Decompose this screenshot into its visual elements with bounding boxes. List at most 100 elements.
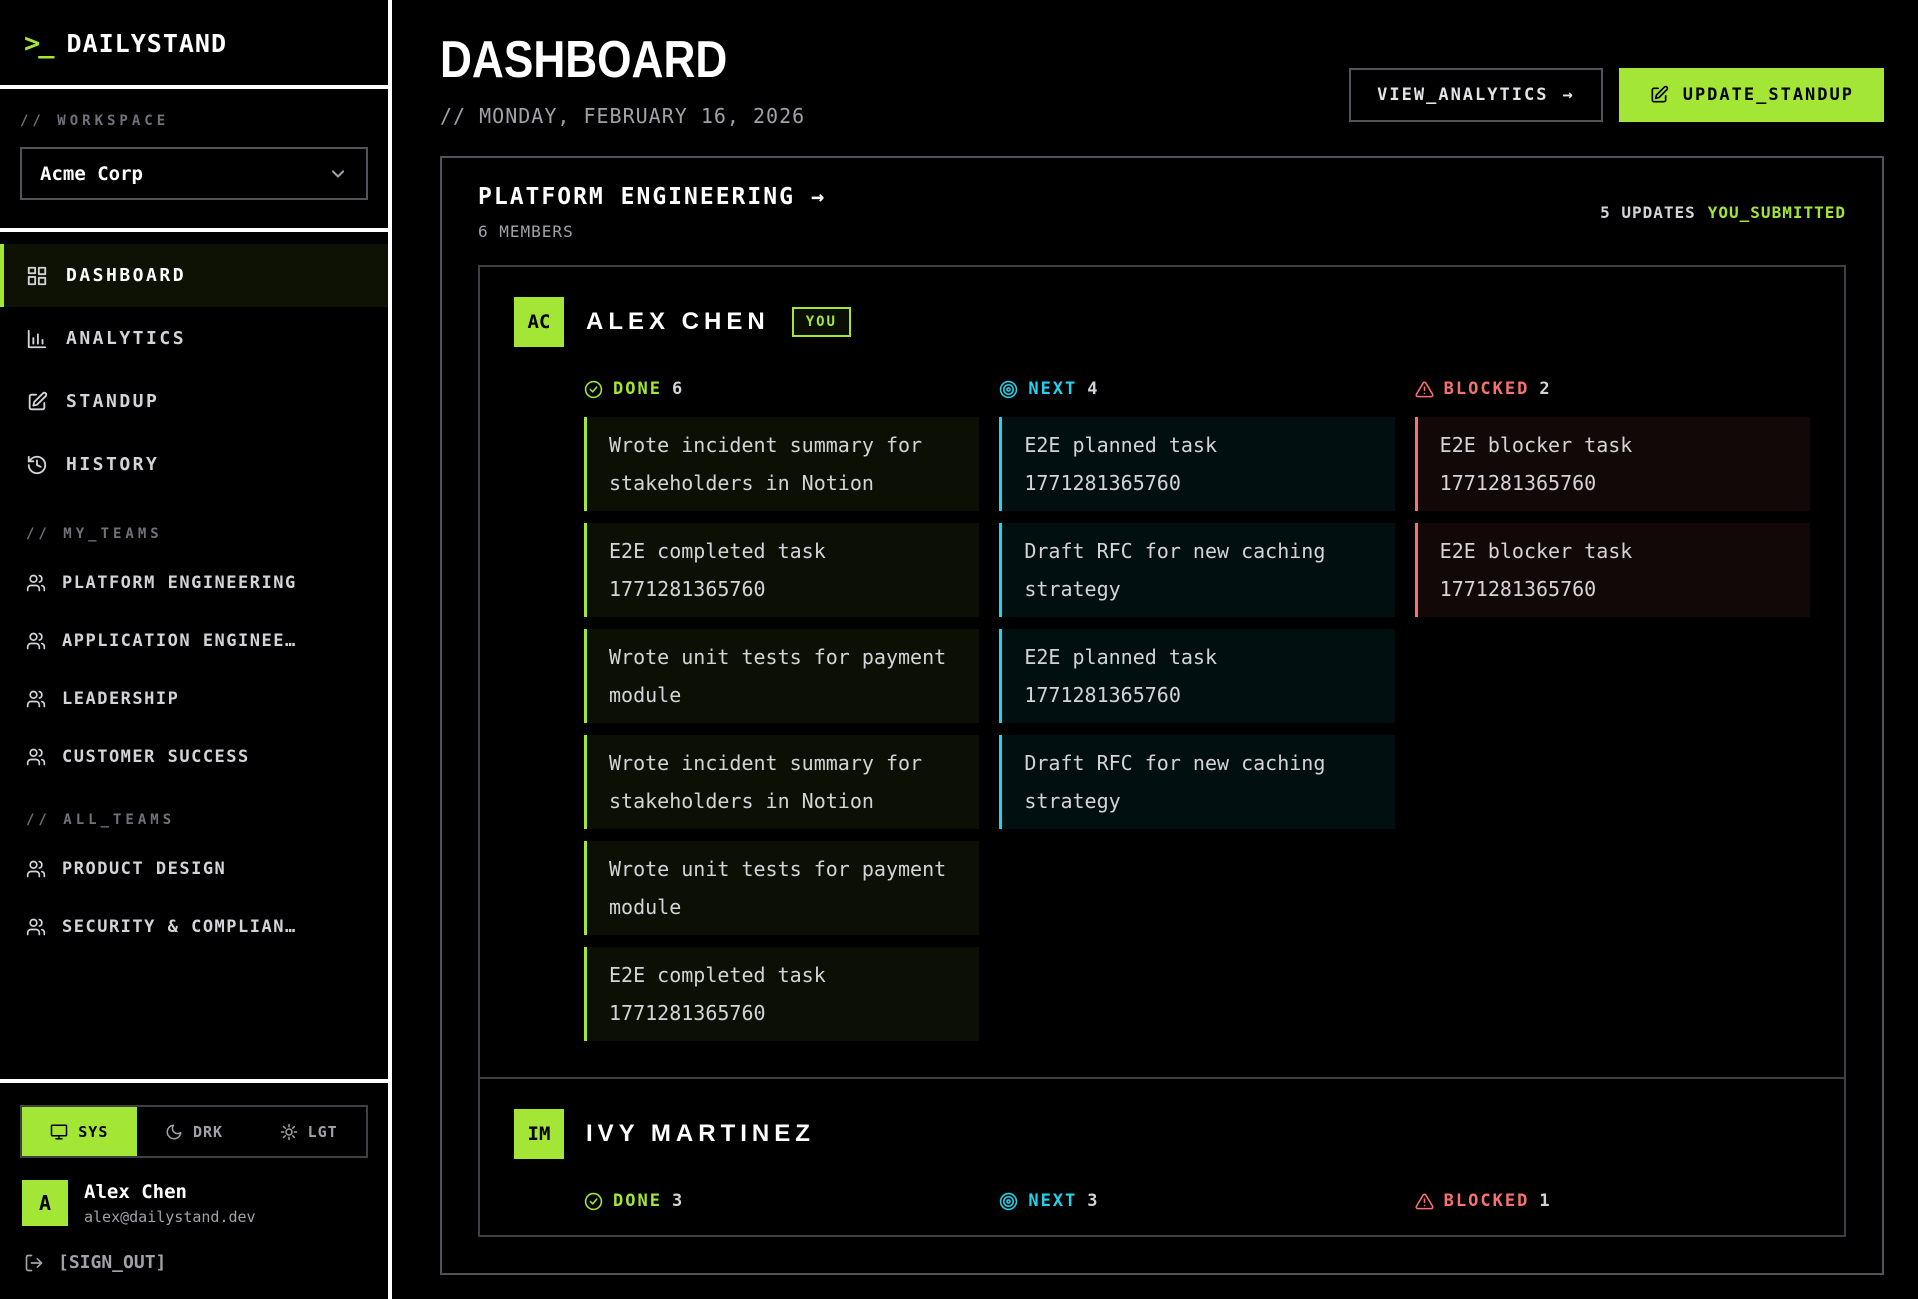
nav-item-dashboard[interactable]: DASHBOARD [0,244,388,307]
theme-option-system[interactable]: SYS [22,1107,137,1156]
next-column: NEXT 4 E2E planned task 1771281365760 Dr… [999,379,1394,1053]
check-circle-icon [584,380,603,399]
app-name: DAILYSTAND [67,29,228,58]
nav-label: STANDUP [66,391,159,412]
bar-chart-icon [26,328,48,350]
team-label: LEADERSHIP [62,689,179,709]
next-task: Draft RFC for new caching strategy [999,735,1394,829]
members-container: AC ALEX CHEN YOU DONE 6 [478,265,1846,1237]
users-icon [26,859,46,879]
theme-option-label: LGT [308,1123,338,1141]
blocked-label: BLOCKED [1444,379,1530,399]
nav-item-analytics[interactable]: ANALYTICS [0,307,388,370]
you-badge: YOU [792,307,851,337]
next-column-header: NEXT 3 [999,1191,1394,1211]
done-column: DONE 3 [584,1191,979,1211]
team-updates-meta: 5 UPDATES YOU_SUBMITTED [1600,203,1846,222]
member-avatar: IM [514,1109,564,1159]
monitor-icon [50,1123,68,1141]
next-count: 4 [1087,379,1099,399]
done-label: DONE [613,379,662,399]
next-column: NEXT 3 [999,1191,1394,1211]
status-columns: DONE 6 Wrote incident summary for stakeh… [584,379,1810,1053]
workspace-value: Acme Corp [40,163,143,185]
done-task: E2E completed task 1771281365760 [584,523,979,617]
target-icon [999,1192,1018,1211]
status-columns: DONE 3 NEXT 3 [584,1191,1810,1211]
member-card-alex-chen: AC ALEX CHEN YOU DONE 6 [480,267,1844,1077]
main-nav: DASHBOARD ANALYTICS STANDUP HISTORY [0,232,388,500]
team-label: CUSTOMER SUCCESS [62,747,250,767]
team-card-platform-engineering: PLATFORM ENGINEERING → 6 MEMBERS 5 UPDAT… [440,156,1884,1275]
app-logo: >_ DAILYSTAND [0,0,388,85]
team-title-link[interactable]: PLATFORM ENGINEERING → [478,184,824,210]
team-label: APPLICATION ENGINEE… [62,631,297,651]
member-name: ALEX CHEN [586,308,770,336]
user-email: alex@dailystand.dev [84,1208,256,1226]
sidebar: >_ DAILYSTAND // WORKSPACE Acme Corp DAS… [0,0,392,1299]
nav-item-history[interactable]: HISTORY [0,433,388,496]
theme-toggle: SYS DRK LGT [20,1105,368,1158]
moon-icon [165,1123,183,1141]
sidebar-team-application-engineering[interactable]: APPLICATION ENGINEE… [0,612,388,670]
team-label: PRODUCT DESIGN [62,859,226,879]
done-task: Wrote incident summary for stakeholders … [584,735,979,829]
blocked-column-header: BLOCKED 2 [1415,379,1810,399]
view-analytics-button[interactable]: VIEW_ANALYTICS → [1349,68,1603,122]
dashboard-grid-icon [26,265,48,287]
sun-icon [280,1123,298,1141]
done-task: Wrote unit tests for payment module [584,629,979,723]
theme-option-light[interactable]: LGT [251,1107,366,1156]
sidebar-team-platform-engineering[interactable]: PLATFORM ENGINEERING [0,554,388,612]
workspace-section: // WORKSPACE Acme Corp [0,89,388,228]
done-task: Wrote unit tests for payment module [584,841,979,935]
sidebar-bottom: SYS DRK LGT A Alex Chen [0,1079,388,1299]
edit-pencil-icon [1649,85,1669,105]
next-task: Draft RFC for new caching strategy [999,523,1394,617]
theme-option-dark[interactable]: DRK [137,1107,252,1156]
log-out-icon [24,1253,44,1273]
done-count: 6 [672,379,684,399]
sign-out-label: [SIGN_OUT] [58,1252,166,1273]
view-analytics-label: VIEW_ANALYTICS [1377,85,1548,105]
user-avatar: A [22,1180,68,1226]
edit-pencil-icon [26,391,48,413]
workspace-select[interactable]: Acme Corp [20,147,368,200]
done-column: DONE 6 Wrote incident summary for stakeh… [584,379,979,1053]
member-header: AC ALEX CHEN YOU [514,297,1810,347]
page-date: // MONDAY, FEBRUARY 16, 2026 [440,104,805,128]
you-submitted-badge: YOU_SUBMITTED [1708,203,1846,222]
next-column-header: NEXT 4 [999,379,1394,399]
updates-count: 5 UPDATES [1600,203,1696,222]
blocked-column: BLOCKED 2 E2E blocker task 1771281365760… [1415,379,1810,1053]
member-header: IM IVY MARTINEZ [514,1109,1810,1159]
blocked-count: 2 [1539,379,1551,399]
next-task: E2E planned task 1771281365760 [999,417,1394,511]
my-teams-label: // MY_TEAMS [0,500,388,554]
users-icon [26,573,46,593]
sign-out-button[interactable]: [SIGN_OUT] [0,1234,388,1299]
team-label: PLATFORM ENGINEERING [62,573,297,593]
blocked-column-header: BLOCKED 1 [1415,1191,1810,1211]
done-task: Wrote incident summary for stakeholders … [584,417,979,511]
nav-item-standup[interactable]: STANDUP [0,370,388,433]
update-standup-button[interactable]: UPDATE_STANDUP [1619,68,1884,122]
check-circle-icon [584,1192,603,1211]
sidebar-team-customer-success[interactable]: CUSTOMER SUCCESS [0,728,388,786]
member-card-ivy-martinez: IM IVY MARTINEZ DONE 3 [480,1077,1844,1235]
team-card-header: PLATFORM ENGINEERING → 6 MEMBERS 5 UPDAT… [442,158,1882,265]
blocked-column: BLOCKED 1 [1415,1191,1810,1211]
users-icon [26,631,46,651]
blocked-count: 1 [1539,1191,1551,1211]
nav-label: ANALYTICS [66,328,186,349]
user-profile: A Alex Chen alex@dailystand.dev [0,1158,388,1234]
nav-label: HISTORY [66,454,159,475]
sidebar-team-product-design[interactable]: PRODUCT DESIGN [0,840,388,898]
member-avatar: AC [514,297,564,347]
sidebar-team-leadership[interactable]: LEADERSHIP [0,670,388,728]
blocked-label: BLOCKED [1444,1191,1530,1211]
main-content: DASHBOARD // MONDAY, FEBRUARY 16, 2026 V… [392,0,1918,1299]
sidebar-team-security-compliance[interactable]: SECURITY & COMPLIAN… [0,898,388,956]
next-label: NEXT [1028,379,1077,399]
theme-option-label: DRK [193,1123,223,1141]
